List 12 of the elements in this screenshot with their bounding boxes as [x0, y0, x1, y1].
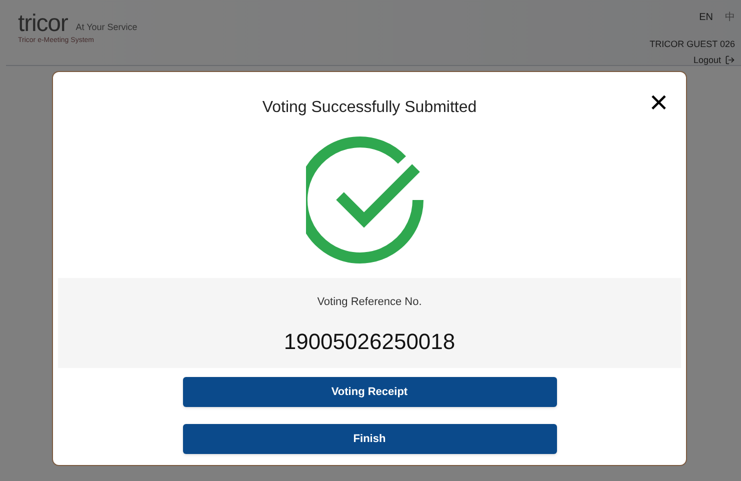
close-button[interactable]: × — [649, 86, 668, 118]
reference-label: Voting Reference No. — [317, 295, 422, 310]
user-name: TRICOR GUEST 026 — [650, 38, 735, 51]
logout-link[interactable]: Logout — [693, 54, 721, 67]
tagline: At Your Service — [76, 20, 138, 34]
logo: tricor — [18, 12, 68, 36]
dialog-button[interactable]: Finish — [182, 424, 556, 454]
dialog-title: Voting Successfully Submitted — [262, 98, 477, 118]
logout-icon — [725, 55, 735, 66]
dialog-button[interactable]: Voting Receipt — [182, 377, 556, 407]
language-link[interactable]: EN — [699, 10, 713, 25]
reference-number: 19005026250018 — [284, 328, 456, 356]
